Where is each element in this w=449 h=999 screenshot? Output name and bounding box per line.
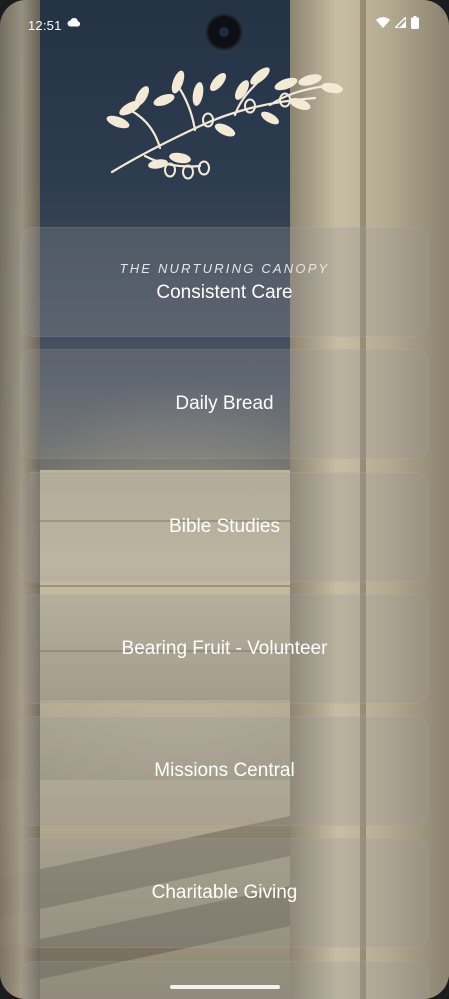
status-time: 12:51 [28,18,62,33]
menu-card-charitable-giving[interactable]: Charitable Giving [20,838,429,948]
front-camera [208,16,240,48]
menu-card-partial[interactable] [20,961,429,999]
system-icons [376,16,419,29]
card-label: Bible Studies [169,516,280,537]
menu-card-daily-bread[interactable]: Daily Bread [20,349,429,459]
card-label: Charitable Giving [151,882,298,903]
card-subtitle: THE NURTURING CANOPY [119,260,330,276]
menu-card-missions-central[interactable]: Missions Central [20,716,429,826]
card-label: Daily Bread [175,393,274,414]
app-screen: 12:51 THE NURTURING CANOPY Consistent Ca… [0,0,449,999]
battery-icon [411,16,419,29]
card-label: Missions Central [154,760,295,781]
card-label: Bearing Fruit - Volunteer [121,638,328,659]
wifi-icon [376,17,390,28]
signal-icon [395,17,406,28]
menu-card-bible-studies[interactable]: Bible Studies [20,472,429,582]
olive-branch-icon [106,67,343,180]
menu-card-volunteer[interactable]: Bearing Fruit - Volunteer [20,594,429,704]
cloud-icon [67,18,80,27]
menu-card-consistent-care[interactable]: THE NURTURING CANOPY Consistent Care [20,227,429,337]
app-logo [100,60,350,190]
card-label: Consistent Care [156,281,293,303]
status-bar: 12:51 [0,0,449,50]
home-indicator[interactable] [170,985,280,989]
wall-seam [30,585,300,587]
